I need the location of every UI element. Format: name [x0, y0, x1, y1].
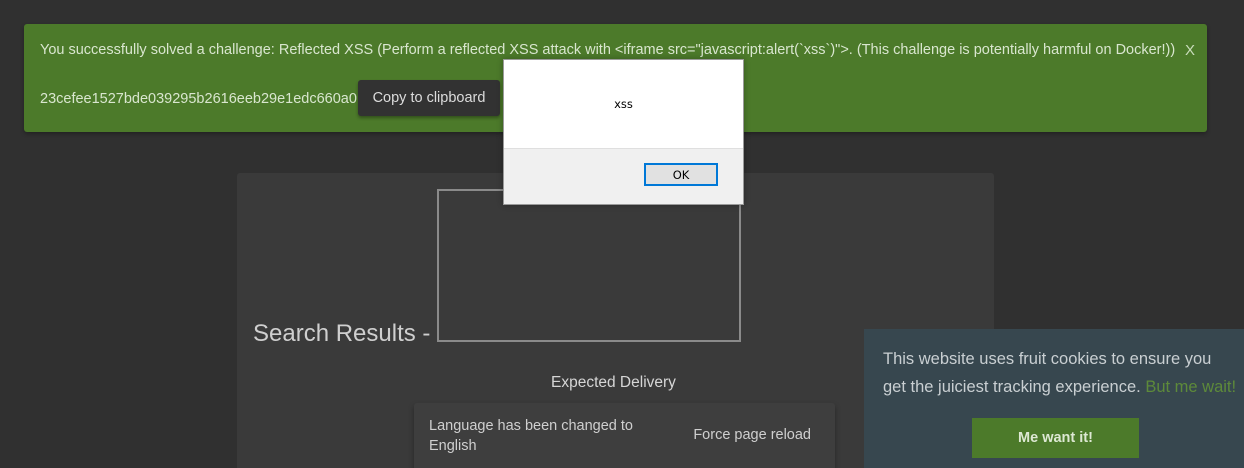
banner-message: You successfully solved a challenge: Ref…: [40, 42, 1176, 58]
cookie-consent: This website uses fruit cookies to ensur…: [864, 329, 1244, 468]
page-title: Search Results -: [253, 320, 431, 347]
close-banner-button[interactable]: X: [1185, 42, 1195, 59]
cookie-learn-more-link[interactable]: But me wait!: [1145, 378, 1236, 396]
expected-delivery-header: Expected Delivery: [551, 374, 676, 391]
accept-cookies-button[interactable]: Me want it!: [972, 418, 1139, 458]
copy-to-clipboard-button[interactable]: Copy to clipboard: [358, 80, 500, 116]
language-snackbar: Language has been changed to English For…: [414, 403, 835, 468]
cookie-message-wrapper: This website uses fruit cookies to ensur…: [883, 345, 1238, 401]
alert-message: xss: [614, 97, 633, 111]
injected-iframe: [437, 189, 741, 342]
alert-dialog: xss OK: [503, 59, 744, 205]
alert-body: xss: [504, 60, 743, 149]
challenge-code: 23cefee1527bde039295b2616eeb29e1edc660a0: [40, 91, 357, 107]
force-reload-button[interactable]: Force page reload: [693, 427, 811, 443]
snackbar-message: Language has been changed to English: [429, 418, 633, 454]
alert-ok-button[interactable]: OK: [644, 163, 718, 186]
